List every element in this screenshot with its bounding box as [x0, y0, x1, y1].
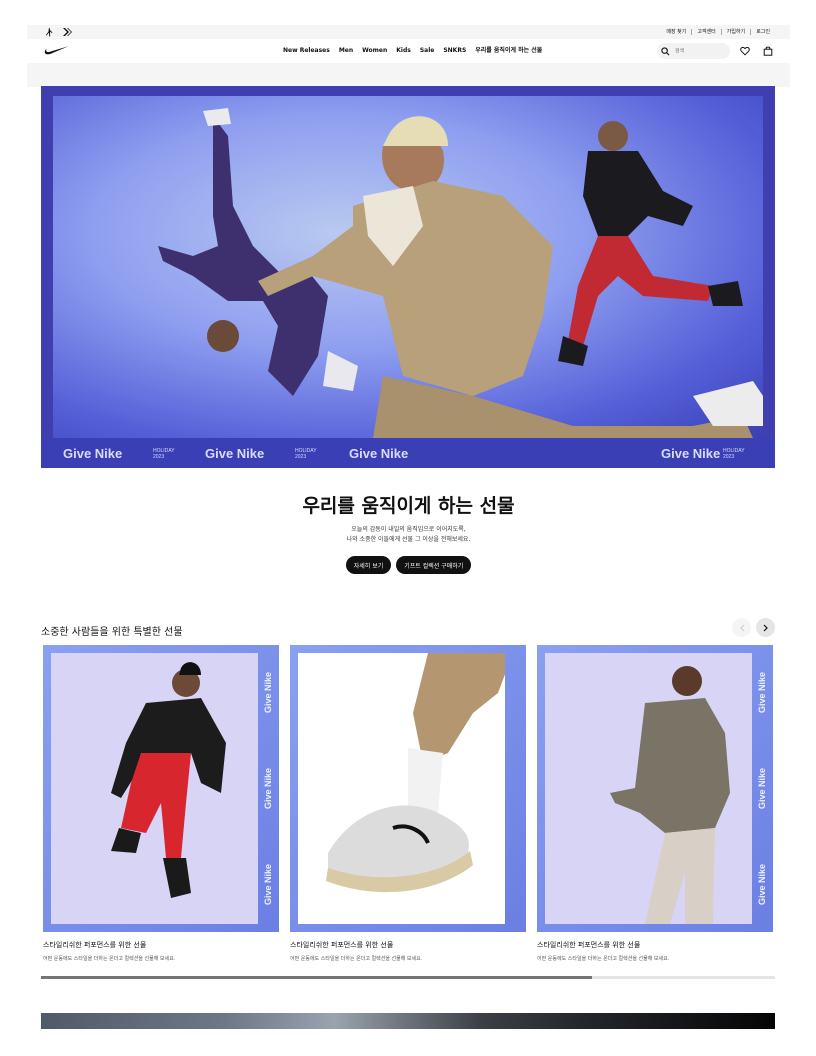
divider — [720, 29, 722, 35]
nav-item-gifts[interactable]: 우리를 움직이게 하는 선물 — [475, 47, 542, 55]
store-locator-link[interactable]: 매장 찾기 — [666, 28, 686, 36]
card-title: 스타일리쉬한 퍼포먼스를 위한 선물 — [290, 941, 394, 949]
stamp-brand: Give Nike — [757, 672, 767, 714]
card-stamps: Give Nike Give Nike Give Nike — [755, 645, 769, 932]
card-image: Give Nike Give Nike Give Nike — [43, 645, 279, 932]
stamp-brand: Give Nike — [263, 863, 273, 905]
nav-item-men[interactable]: Men — [339, 47, 353, 55]
page-frame: 매장 찾기 고객센터 가입하기 로그인 New Releases Men Wom… — [27, 25, 790, 1056]
card-photo — [298, 653, 513, 924]
stamp-brand: Give Nike — [349, 446, 409, 461]
stamp-year: 2023 — [153, 454, 165, 460]
chevron-left-icon — [739, 624, 744, 631]
product-card[interactable]: 스타일리쉬한 퍼포먼스를 위한 선물 어떤 운동에도 스타일을 더하는 온더고 … — [290, 645, 526, 962]
hero-subtitle: 오늘의 감동이 내일의 움직임으로 이어지도록, 나와 소중한 이들에게 선물 … — [27, 525, 790, 545]
nav-item-women[interactable]: Women — [362, 47, 387, 55]
utility-bar: 매장 찾기 고객센터 가입하기 로그인 — [27, 25, 790, 39]
stamp-brand: Give Nike — [205, 446, 265, 461]
stamp-brand: Give Nike — [263, 672, 273, 714]
stamp-year: 2023 — [723, 454, 735, 460]
search-box[interactable] — [657, 43, 730, 59]
hero-subtitle-line: 나와 소중한 이들에게 선물 그 이상을 전해보세요. — [346, 536, 471, 543]
carousel-next-button[interactable] — [756, 618, 775, 637]
nav-item-kids[interactable]: Kids — [396, 47, 411, 55]
stamp-brand: Give Nike — [661, 446, 721, 461]
nav-item-new-releases[interactable]: New Releases — [283, 47, 330, 55]
sneaker-figure — [326, 653, 513, 893]
chevron-right-icon — [763, 624, 768, 631]
stamp-brand: Give Nike — [757, 767, 767, 809]
card-description: 어떤 운동에도 스타일을 더하는 온더고 컬렉션을 선물해 보세요. — [537, 956, 670, 962]
divider — [750, 29, 752, 35]
utility-links: 매장 찾기 고객센터 가입하기 로그인 — [666, 28, 770, 36]
hero-figures — [158, 108, 763, 438]
card-title: 스타일리쉬한 퍼포먼스를 위한 선물 — [43, 941, 147, 949]
hero-subtitle-line: 오늘의 감동이 내일의 움직임으로 이어지도록, — [351, 526, 466, 533]
product-card[interactable]: Give Nike Give Nike Give Nike 스타일리쉬한 퍼포먼… — [537, 645, 773, 962]
hero-banner[interactable]: Give Nike HOLIDAY 2023 Give Nike HOLIDAY 2… — [41, 86, 775, 468]
nike-swoosh-icon[interactable] — [44, 45, 69, 57]
nav-item-sale[interactable]: Sale — [420, 47, 435, 55]
join-link[interactable]: 가입하기 — [727, 28, 745, 36]
next-banner[interactable] — [41, 1013, 775, 1029]
login-link[interactable]: 로그인 — [756, 28, 770, 36]
card-description: 어떤 운동에도 스타일을 더하는 온더고 컬렉션을 선물해 보세요. — [43, 956, 176, 962]
heart-icon[interactable] — [740, 46, 750, 56]
stamp-holiday: HOLIDAY 2023 — [723, 448, 745, 460]
promo-strip — [27, 63, 790, 87]
card-image — [290, 645, 526, 932]
product-card[interactable]: Give Nike Give Nike Give Nike 스타일리쉬한 퍼포먼… — [43, 645, 279, 962]
hero-title: 우리를 움직이게 하는 선물 — [302, 495, 515, 517]
scrollbar-thumb[interactable] — [41, 976, 592, 979]
nav-menu: New Releases Men Women Kids Sale SNKRS 우… — [283, 47, 542, 55]
card-photo — [545, 653, 752, 924]
nav-item-snkrs[interactable]: SNKRS — [443, 47, 466, 55]
stamp-year: 2023 — [295, 454, 307, 460]
carousel-prev-button[interactable] — [732, 618, 751, 637]
card-image: Give Nike Give Nike Give Nike — [537, 645, 773, 932]
carousel-scrollbar[interactable] — [41, 976, 775, 979]
bag-icon[interactable] — [763, 46, 773, 56]
help-link[interactable]: 고객센터 — [697, 28, 715, 36]
card-stamps: Give Nike Give Nike Give Nike — [261, 645, 275, 932]
model-figure — [610, 666, 730, 924]
learn-more-button[interactable]: 자세히 보기 — [345, 556, 392, 574]
hero-image — [53, 96, 763, 438]
stamp-holiday: HOLIDAY 2023 — [295, 448, 317, 460]
search-icon[interactable] — [661, 46, 670, 56]
card-description: 어떤 운동에도 스타일을 더하는 온더고 컬렉션을 선물해 보세요. — [290, 956, 423, 962]
card-title: 스타일리쉬한 퍼포먼스를 위한 선물 — [537, 941, 641, 949]
carousel-title: 소중한 사람들을 위한 특별한 선물 — [41, 627, 183, 638]
stamp-holiday: HOLIDAY 2023 — [153, 448, 175, 460]
hero-buttons: 자세히 보기 기프트 컬렉션 구매하기 — [27, 556, 790, 574]
stamp-brand: Give Nike — [263, 767, 273, 809]
main-nav: New Releases Men Women Kids Sale SNKRS 우… — [27, 39, 790, 63]
divider — [691, 29, 693, 35]
stamp-brand: Give Nike — [757, 863, 767, 905]
shop-gift-collection-button[interactable]: 기프트 컬렉션 구매하기 — [396, 556, 472, 574]
stamp-brand: Give Nike — [63, 446, 123, 461]
model-figure — [111, 662, 226, 898]
search-input[interactable] — [675, 48, 725, 54]
card-photo — [51, 653, 258, 924]
hero-footer-stamps: Give Nike HOLIDAY 2023 Give Nike HOLIDAY 2… — [41, 438, 775, 468]
